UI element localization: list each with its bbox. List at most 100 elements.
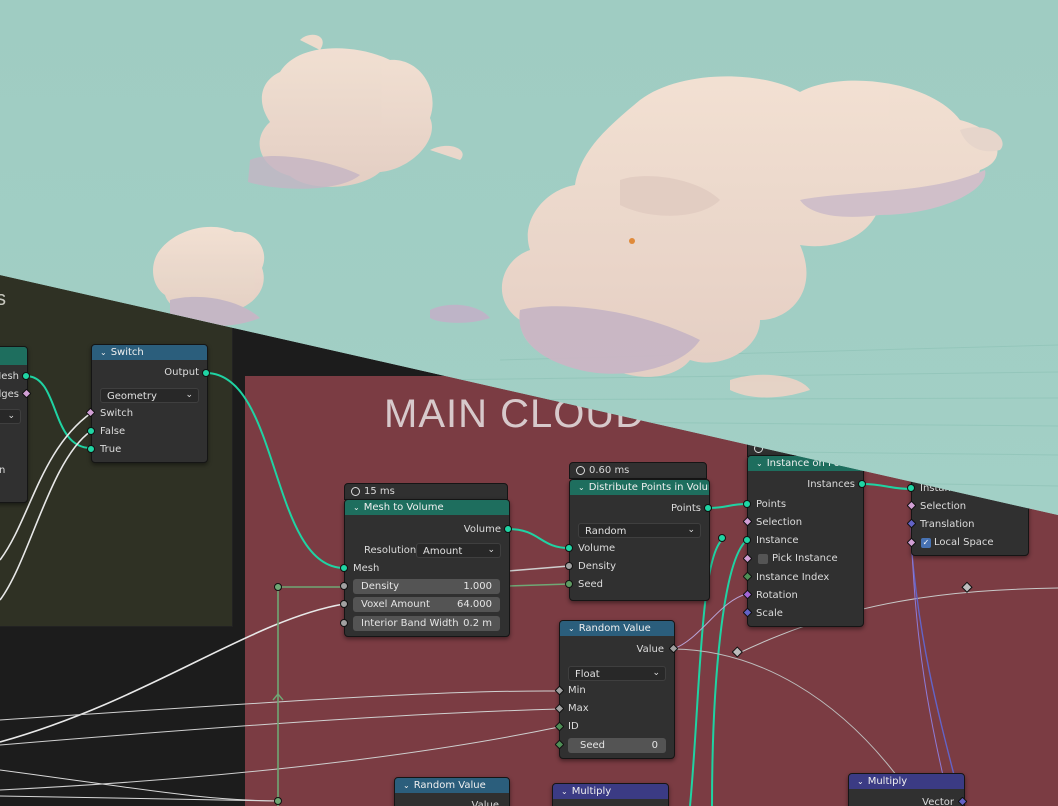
node-instance-on-points[interactable]: ⌄ Instance on Points Instances Points Sel…: [747, 455, 864, 627]
link-purple-2: [910, 524, 951, 806]
mtv-resolution-label: Resolution: [364, 545, 417, 556]
distribute-mode-dropdown[interactable]: Random ⌄: [578, 523, 701, 538]
distribute-volume-socket[interactable]: [565, 544, 573, 552]
switch-switch-label: Switch: [100, 408, 134, 419]
chevron-down-icon[interactable]: ⌄: [561, 784, 568, 799]
mtv-density-field[interactable]: Density 1.000: [353, 579, 500, 594]
multiply-1-title: Multiply: [571, 786, 612, 797]
left-edges-label: dges: [0, 389, 19, 400]
switch-output-socket[interactable]: [202, 369, 210, 377]
stopwatch-icon: [576, 466, 585, 475]
iop-rotation-label: Rotation: [756, 590, 798, 601]
switch-true-label: True: [100, 444, 122, 455]
link-instance-up2: [711, 539, 748, 806]
link-bottom-white: [0, 795, 279, 802]
distribute-volume-label: Volume: [578, 543, 616, 554]
distribute-density-socket[interactable]: [565, 562, 573, 570]
switch-title: Switch: [110, 347, 144, 358]
iop-pick-instance-label: Pick Instance: [772, 553, 838, 564]
node-multiply-2[interactable]: ⌄ Multiply Vector: [848, 773, 965, 806]
left-n-label: n: [0, 465, 6, 476]
mtv-density-socket[interactable]: [340, 582, 348, 590]
rv2-value-label: Value: [471, 800, 499, 806]
stopwatch-icon: [351, 487, 360, 496]
node-left-partial[interactable]: Mesh dges ⌄ n: [0, 346, 28, 503]
distribute-points-label: Points: [670, 503, 701, 514]
mtv-mesh-label: Mesh: [353, 563, 380, 574]
link-switch-to-mesh: [205, 372, 345, 569]
left-dropdown[interactable]: ⌄: [0, 409, 21, 424]
iop-points-label: Points: [756, 499, 787, 510]
ti-instance-socket[interactable]: [907, 484, 915, 492]
ti-local-space-checkbox[interactable]: ✓: [921, 538, 931, 548]
mtv-band-width-field[interactable]: Interior Band Width 0.2 m: [353, 616, 500, 631]
rv-id-label: ID: [568, 721, 579, 732]
iop-pick-instance-checkbox[interactable]: [758, 554, 768, 564]
switch-false-label: False: [100, 426, 126, 437]
ti-selection-label: Selection: [920, 501, 967, 512]
rv-seed-field[interactable]: Seed 0: [568, 738, 666, 753]
chevron-down-icon[interactable]: ⌄: [756, 456, 763, 471]
mtv-band-socket[interactable]: [340, 619, 348, 627]
link-volume-to-volume: [507, 528, 570, 549]
link-points-to-points: [707, 503, 748, 509]
link-white-1: [0, 603, 345, 743]
link-density: [507, 565, 570, 572]
mtv-resolution-dropdown[interactable]: Amount ⌄: [416, 543, 501, 558]
node-random-value-2[interactable]: ⌄ Random Value Value: [394, 777, 510, 806]
mtv-voxel-amount-field[interactable]: Voxel Amount 64.000: [353, 597, 500, 612]
switch-false-socket[interactable]: [87, 427, 95, 435]
chevron-down-icon[interactable]: ⌄: [100, 345, 107, 360]
distribute-seed-label: Seed: [578, 579, 603, 590]
object-origin-dot: [629, 238, 635, 244]
chevron-down-icon[interactable]: ⌄: [568, 621, 575, 636]
distribute-title: Distribute Points in Volume: [588, 482, 709, 493]
switch-true-socket[interactable]: [87, 445, 95, 453]
rv-type-dropdown[interactable]: Float ⌄: [568, 666, 666, 681]
switch-output-label: Output: [164, 367, 199, 378]
rv-value-label: Value: [636, 644, 664, 655]
multiply-2-vector-label: Vector: [922, 797, 954, 806]
rv-max-label: Max: [568, 703, 589, 714]
iop-instances-socket[interactable]: [858, 480, 866, 488]
mtv-mesh-socket[interactable]: [340, 564, 348, 572]
node-switch[interactable]: ⌄ Switch Output Geometry ⌄ Switch False Tr…: [91, 344, 208, 463]
node-multiply-1[interactable]: ⌄ Multiply: [552, 783, 669, 806]
node-random-value[interactable]: ⌄ Random Value Value Float ⌄ Min Max ID Se…: [559, 620, 675, 759]
link-instances-to-instance: [861, 483, 912, 490]
random-value-title: Random Value: [578, 623, 651, 634]
ti-local-space-label: Local Space: [934, 537, 994, 548]
iop-instance-label: Instance: [756, 535, 799, 546]
mtv-volume-socket[interactable]: [504, 525, 512, 533]
iop-instances-label: Instances: [807, 479, 855, 490]
chevron-down-icon[interactable]: ⌄: [353, 500, 360, 515]
link-seed: [507, 583, 570, 587]
ti-translation-label: Translation: [920, 519, 975, 530]
node-mesh-to-volume[interactable]: ⌄ Mesh to Volume Volume Resolution Amount…: [344, 499, 510, 637]
switch-type-dropdown[interactable]: Geometry ⌄: [100, 388, 199, 403]
chevron-down-icon[interactable]: ⌄: [857, 774, 864, 789]
link-purple-1: [910, 542, 963, 806]
iop-instance-socket[interactable]: [743, 536, 751, 544]
link-left-mesh-to-switch: [25, 375, 92, 449]
distribute-seed-socket[interactable]: [565, 580, 573, 588]
distribute-points-socket[interactable]: [704, 504, 712, 512]
chevron-down-icon[interactable]: ⌄: [403, 778, 410, 793]
iop-points-socket[interactable]: [743, 500, 751, 508]
left-mesh-socket[interactable]: [22, 372, 30, 380]
iop-selection-label: Selection: [756, 517, 803, 528]
chevron-down-icon[interactable]: ⌄: [578, 480, 585, 495]
node-distribute-points-in-volume[interactable]: ⌄Distribute Points in Volume Points Rand…: [569, 479, 710, 601]
mesh-to-volume-timer: 15 ms: [344, 483, 508, 500]
iop-index-label: Instance Index: [756, 572, 830, 583]
left-mesh-label: Mesh: [0, 371, 19, 382]
mtv-voxel-socket[interactable]: [340, 600, 348, 608]
random-value-2-title: Random Value: [413, 780, 486, 791]
link-rotation: [672, 593, 748, 650]
reroute-instance-socket[interactable]: [718, 534, 726, 542]
distribute-timer: 0.60 ms: [569, 462, 707, 479]
blender-window: s MAIN CLOUD esh ges ⌄ n ⌄ Switch Output…: [0, 0, 1058, 806]
link-value-out: [672, 648, 901, 781]
distribute-density-label: Density: [578, 561, 617, 572]
mtv-volume-label: Volume: [463, 524, 501, 535]
